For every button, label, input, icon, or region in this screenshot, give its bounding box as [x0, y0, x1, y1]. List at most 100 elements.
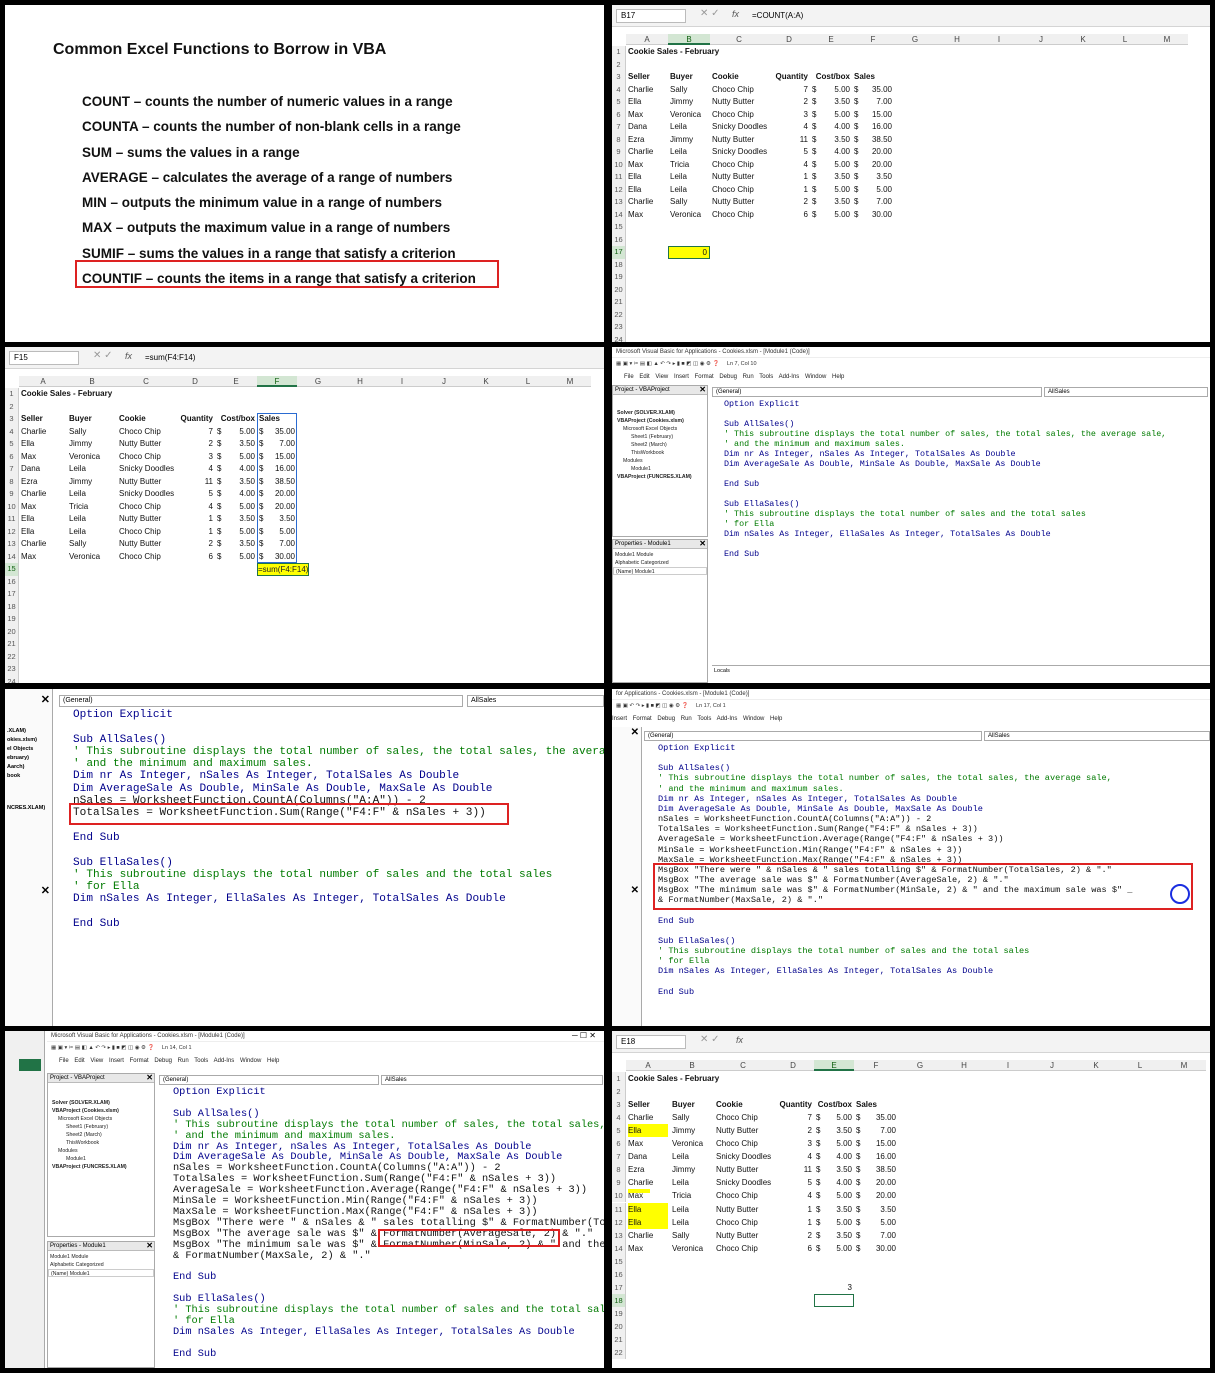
row-header[interactable]: 24	[612, 333, 626, 342]
vbe-toolbar[interactable]: ▦ ▣ ↶ ↷ ▸ ▮ ■ ◩ ◫ ◉ ⚙ ❓ Ln 17, Col 1	[612, 701, 1210, 711]
close-icon[interactable]: ✕	[41, 884, 50, 897]
tree-sheet2[interactable]: Sheet2 (March)	[52, 1131, 154, 1139]
cell[interactable]: 5.00	[856, 1216, 896, 1229]
code-line[interactable]	[724, 539, 1210, 549]
cell[interactable]: Max	[21, 551, 65, 564]
cell[interactable]: Max	[628, 1242, 668, 1255]
cell[interactable]: 7	[770, 84, 808, 97]
cell[interactable]: Dana	[21, 463, 65, 476]
row-header[interactable]: 3	[5, 413, 19, 426]
cell[interactable]: Cookie Sales - February	[628, 46, 828, 59]
tree-solver[interactable]: Solver (SOLVER.XLAM)	[52, 1099, 154, 1107]
properties-name-row[interactable]: (Name) Module1	[48, 1269, 154, 1277]
row-header[interactable]: 3	[612, 71, 626, 84]
cell[interactable]: Tricia	[69, 501, 115, 514]
procedure-dropdown[interactable]: AllSales	[381, 1075, 603, 1085]
code-line[interactable]: End Sub	[724, 549, 1210, 559]
cell[interactable]: 4	[770, 121, 808, 134]
vbe-toolbar[interactable]: ▦ ▣ ▾ ✂ ▤ ◧ ▲ ↶ ↷ ▸ ▮ ■ ◩ ◫ ◉ ⚙ ❓ Ln 7, …	[612, 359, 1210, 369]
cell[interactable]: Ella	[628, 184, 666, 197]
close-icon[interactable]: ✕	[146, 1241, 153, 1250]
cell[interactable]: Ella	[628, 96, 666, 109]
row-header[interactable]: 19	[5, 613, 19, 626]
cell[interactable]: Nutty Butter	[716, 1203, 770, 1216]
column-header[interactable]: G	[894, 34, 936, 45]
code-line[interactable]: Dim nSales As Integer, EllaSales As Inte…	[173, 1327, 604, 1338]
code-line[interactable]: End Sub	[173, 1348, 604, 1360]
code-line[interactable]: nSales = WorksheetFunction.CountA(Column…	[658, 814, 1210, 824]
code-line[interactable]	[724, 469, 1210, 479]
tree-sheet1[interactable]: Sheet1 (February)	[617, 433, 707, 441]
code-line[interactable]	[724, 489, 1210, 499]
code-line[interactable]: Dim nSales As Integer, EllaSales As Inte…	[658, 966, 1210, 976]
cell[interactable]: Jimmy	[672, 1163, 712, 1176]
cell[interactable]: Leila	[670, 171, 708, 184]
menu-window[interactable]: Window	[805, 374, 826, 380]
row-header[interactable]: 24	[5, 675, 19, 683]
tree-module1[interactable]: Module1	[52, 1155, 154, 1163]
cell[interactable]: 5.00	[816, 1242, 852, 1255]
cell[interactable]: 5	[774, 1176, 812, 1189]
cell[interactable]: Sales	[854, 71, 892, 84]
cell[interactable]: Dana	[628, 1150, 668, 1163]
row-header[interactable]: 20	[612, 283, 626, 296]
row-header[interactable]: 12	[612, 183, 626, 196]
cell[interactable]: 16.00	[856, 1150, 896, 1163]
cell[interactable]: 4	[774, 1150, 812, 1163]
cell[interactable]: Nutty Butter	[712, 96, 766, 109]
cell[interactable]: Leila	[69, 526, 115, 539]
code-line[interactable]: ' for Ella	[73, 881, 604, 893]
cell[interactable]: Cookie Sales - February	[21, 388, 221, 401]
row-header[interactable]: 8	[5, 475, 19, 488]
row-header[interactable]: 21	[5, 638, 19, 651]
project-explorer-cropped[interactable]: ✕ ✕	[612, 727, 642, 1026]
cell[interactable]: 3.50	[217, 438, 255, 451]
code-editor[interactable]: Option Explicit Sub AllSales() ' This sub…	[712, 399, 1210, 661]
row-header[interactable]: 5	[612, 1124, 626, 1138]
row-header[interactable]: 2	[612, 58, 626, 71]
column-header[interactable]: G	[297, 376, 339, 387]
column-header[interactable]: M	[1146, 34, 1188, 45]
cell[interactable]: Snicky Doodles	[716, 1150, 771, 1163]
cell[interactable]: Charlie	[628, 84, 666, 97]
row-header[interactable]: 1	[612, 1072, 626, 1086]
cell[interactable]: 4	[177, 501, 213, 514]
cell[interactable]: Leila	[670, 146, 708, 159]
cell[interactable]: Charlie	[628, 146, 666, 159]
menu-tools[interactable]: Tools	[697, 716, 711, 722]
cancel-icon[interactable]: ✕ ✓	[700, 1034, 720, 1045]
code-line[interactable]: Dim nr As Integer, nSales As Integer, To…	[73, 770, 604, 782]
cell[interactable]: 3.50	[812, 134, 850, 147]
code-line[interactable]: ' This subroutine displays the total num…	[658, 773, 1210, 783]
cell[interactable]: 3.50	[856, 1203, 896, 1216]
row-header[interactable]: 11	[5, 513, 19, 526]
cell[interactable]: Ella	[21, 513, 65, 526]
cell[interactable]: Charlie	[628, 1111, 668, 1124]
tree-solver[interactable]: Solver (SOLVER.XLAM)	[617, 409, 707, 417]
menu-view[interactable]: View	[655, 374, 668, 380]
row-header[interactable]: 6	[612, 108, 626, 121]
cell[interactable]: 2	[177, 438, 213, 451]
object-dropdown[interactable]: (General)	[159, 1075, 379, 1085]
cell[interactable]: 4.00	[217, 488, 255, 501]
code-line[interactable]: ' for Ella	[724, 519, 1210, 529]
cell[interactable]: 30.00	[856, 1242, 896, 1255]
cell[interactable]: 2	[770, 96, 808, 109]
cell[interactable]: Leila	[672, 1203, 712, 1216]
row-header[interactable]: 15	[612, 1254, 626, 1268]
cell[interactable]: Veronica	[670, 209, 708, 222]
column-header[interactable]: B	[668, 34, 710, 45]
tree-funcres[interactable]: VBAProject (FUNCRES.XLAM)	[52, 1163, 154, 1171]
cell[interactable]: 4.00	[812, 121, 850, 134]
cell[interactable]: Choco Chip	[712, 109, 766, 122]
code-line[interactable]: ' This subroutine displays the total num…	[724, 509, 1210, 519]
row-header[interactable]: 20	[612, 1319, 626, 1333]
cell[interactable]: Jimmy	[69, 438, 115, 451]
cell[interactable]: Cost/box	[812, 71, 850, 84]
cell[interactable]: Nutty Butter	[716, 1163, 770, 1176]
row-header[interactable]: 16	[612, 1267, 626, 1281]
cell[interactable]: 11	[770, 134, 808, 147]
cell[interactable]: Choco Chip	[712, 84, 766, 97]
cell[interactable]: 15.00	[856, 1137, 896, 1150]
menu-file[interactable]: File	[624, 374, 634, 380]
